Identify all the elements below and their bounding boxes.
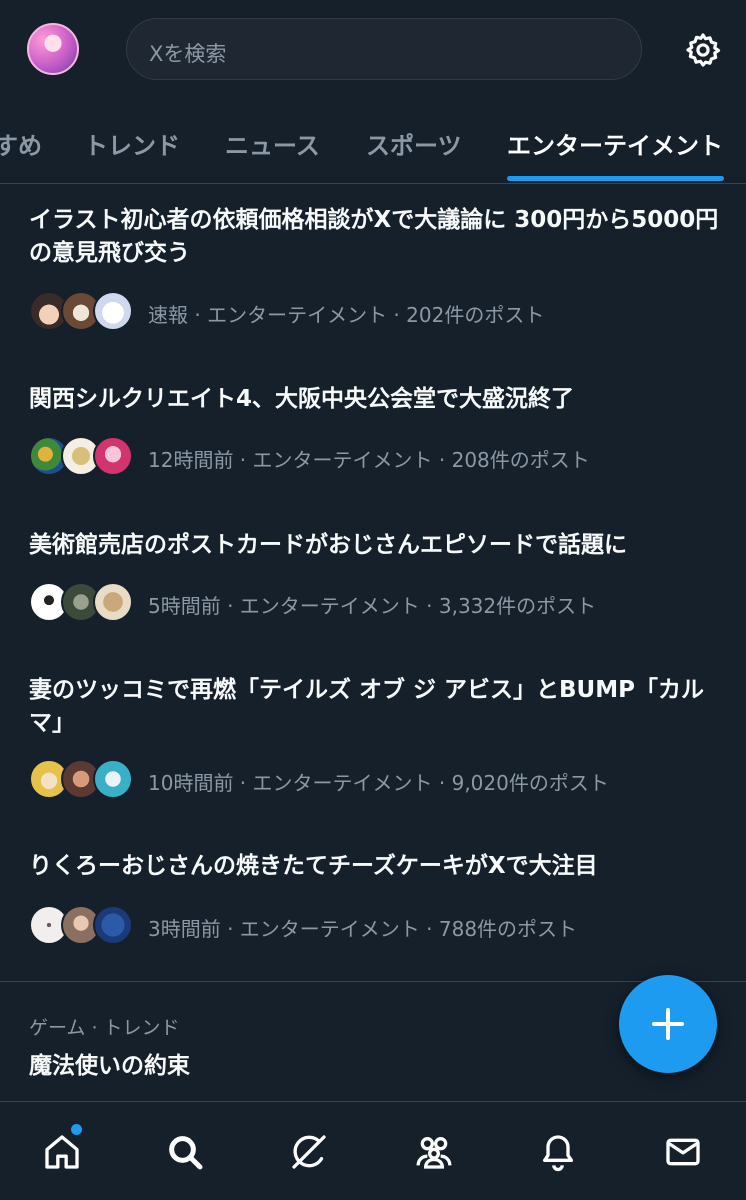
avatar-stack <box>29 905 133 945</box>
trend-title: 関西シルクリエイト4、大阪中央公会堂で大盛況終了 <box>29 386 575 412</box>
avatar <box>93 436 133 476</box>
notification-dot <box>71 1124 82 1135</box>
trend-meta: 12時間前 · エンターテイメント · 208件のポスト <box>148 448 590 472</box>
section-divider <box>0 981 746 982</box>
avatar <box>93 291 133 331</box>
avatar <box>93 905 133 945</box>
avatar-stack <box>29 582 133 622</box>
active-tab-indicator <box>507 176 724 181</box>
mail-icon[interactable] <box>663 1132 703 1172</box>
tab-sports[interactable]: スポーツ <box>366 126 462 161</box>
top-header: Xを検索 <box>0 0 746 100</box>
trend-title: 妻のツッコミで再燃「テイルズ オブ ジ アビス」とBUMP「カルマ」 <box>29 677 704 736</box>
explore-tabs: すめ トレンド ニュース スポーツ エンターテイメント <box>0 100 746 184</box>
trend-meta: 3時間前 · エンターテイメント · 788件のポスト <box>148 917 578 941</box>
trend-meta: 速報 · エンターテイメント · 202件のポスト <box>148 303 545 327</box>
trend-title: イラスト初心者の依頼価格相談がXで大議論に 300円から5000円の意見飛び交う <box>29 207 719 266</box>
trend-meta: 5時間前 · エンターテイメント · 3,332件のポスト <box>148 594 597 618</box>
search-input[interactable]: Xを検索 <box>126 18 642 80</box>
bottom-navigation <box>0 1101 746 1200</box>
settings-gear-icon[interactable] <box>684 31 722 69</box>
avatar-stack <box>29 291 133 331</box>
avatar-stack <box>29 436 133 476</box>
communities-icon[interactable] <box>414 1132 454 1172</box>
avatar <box>93 582 133 622</box>
home-icon[interactable] <box>42 1132 82 1172</box>
trend-title: 美術館売店のポストカードがおじさんエピソードで話題に <box>29 532 627 558</box>
search-icon[interactable] <box>165 1132 205 1172</box>
profile-avatar[interactable] <box>27 23 79 75</box>
tab-trending[interactable]: トレンド <box>84 126 180 161</box>
tab-recommended[interactable]: すめ <box>0 126 42 161</box>
tab-news[interactable]: ニュース <box>225 126 320 161</box>
trend-meta: 10時間前 · エンターテイメント · 9,020件のポスト <box>148 771 609 795</box>
grok-icon[interactable] <box>289 1132 329 1172</box>
bell-icon[interactable] <box>538 1132 578 1172</box>
plus-icon <box>652 1008 684 1040</box>
tab-entertainment[interactable]: エンターテイメント <box>507 126 723 161</box>
trend-title: りくろーおじさんの焼きたてチーズケーキがXで大注目 <box>29 853 598 879</box>
trend-title: 魔法使いの約束 <box>29 1053 190 1079</box>
compose-post-button[interactable] <box>619 975 717 1073</box>
trend-category: ゲーム · トレンド <box>29 1017 180 1039</box>
avatar <box>93 759 133 799</box>
avatar-stack <box>29 759 133 799</box>
search-placeholder: Xを検索 <box>149 42 227 66</box>
